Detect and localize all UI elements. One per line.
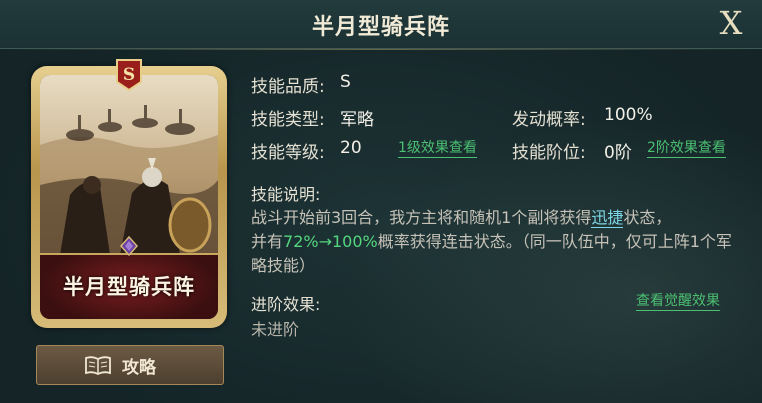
skill-card-name: 半月型骑兵阵 (63, 275, 195, 299)
grade-s-badge-icon: S (116, 59, 142, 92)
skill-type-value: 军略 (340, 110, 374, 130)
trigger-rate-value: 100% (604, 105, 653, 125)
skill-quality-label: 技能品质: (251, 77, 325, 97)
skill-description-text: 战斗开始前3回合，我方主将和随机1个副将获得迅捷状态， 并有72%→100%概率获… (251, 208, 732, 275)
skill-description-label: 技能说明: (251, 185, 321, 204)
tier2-effect-link[interactable]: 2阶效果查看 (647, 139, 726, 158)
skill-level-value: 20 (340, 138, 362, 158)
book-icon (85, 356, 111, 375)
purple-gem-icon (119, 236, 139, 256)
trigger-chance-highlight: 72%→100% (283, 232, 378, 251)
advance-effect-label: 进阶效果: (251, 295, 321, 314)
title-bar: 半月型骑兵阵 X (0, 0, 762, 50)
keyword-swift-link[interactable]: 迅捷 (591, 208, 624, 228)
page-title: 半月型骑兵阵 (311, 15, 450, 40)
level1-effect-link[interactable]: 1级效果查看 (398, 139, 477, 158)
trigger-rate-label: 发动概率: (512, 110, 586, 130)
skill-tier-value: 0阶 (604, 143, 632, 163)
svg-text:S: S (123, 65, 135, 85)
advance-effect-value: 未进阶 (251, 320, 300, 339)
close-button[interactable]: X (714, 4, 748, 42)
guide-button[interactable]: 攻略 (36, 345, 224, 385)
skill-card-artwork (40, 75, 218, 255)
skill-card: 半月型骑兵阵 S (31, 59, 227, 328)
skill-type-label: 技能类型: (251, 110, 325, 130)
guide-button-label: 攻略 (122, 358, 156, 378)
skill-level-label: 技能等级: (251, 143, 325, 163)
skill-quality-value: S (340, 72, 351, 92)
view-awakening-effect-link[interactable]: 查看觉醒效果 (636, 292, 720, 311)
skill-tier-label: 技能阶位: (512, 143, 586, 163)
skill-card-inner: 半月型骑兵阵 (40, 75, 218, 319)
